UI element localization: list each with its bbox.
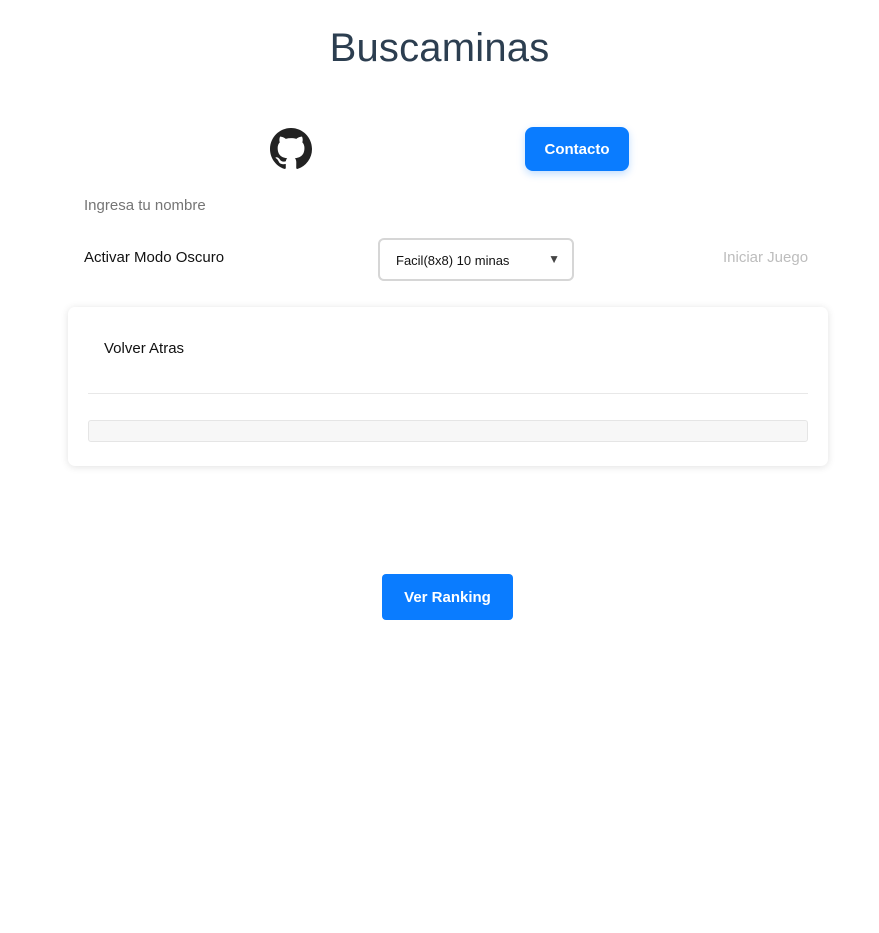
divider — [88, 393, 808, 394]
chevron-down-icon: ▼ — [548, 252, 560, 266]
game-board — [88, 420, 808, 442]
back-button[interactable]: Volver Atras — [104, 340, 184, 357]
difficulty-selected-value: Facil(8x8) 10 minas — [396, 253, 510, 268]
contact-button[interactable]: Contacto — [525, 127, 629, 171]
start-game-button[interactable]: Iniciar Juego — [723, 249, 808, 266]
page-title: Buscaminas — [329, 26, 550, 70]
difficulty-select[interactable]: Facil(8x8) 10 minas ▼ — [378, 238, 574, 281]
game-panel: Volver Atras — [68, 307, 828, 466]
github-link[interactable] — [270, 128, 312, 170]
dark-mode-toggle[interactable]: Activar Modo Oscuro — [84, 249, 224, 266]
ranking-button[interactable]: Ver Ranking — [382, 574, 513, 620]
github-icon — [270, 128, 312, 169]
name-input-label[interactable]: Ingresa tu nombre — [84, 197, 206, 214]
